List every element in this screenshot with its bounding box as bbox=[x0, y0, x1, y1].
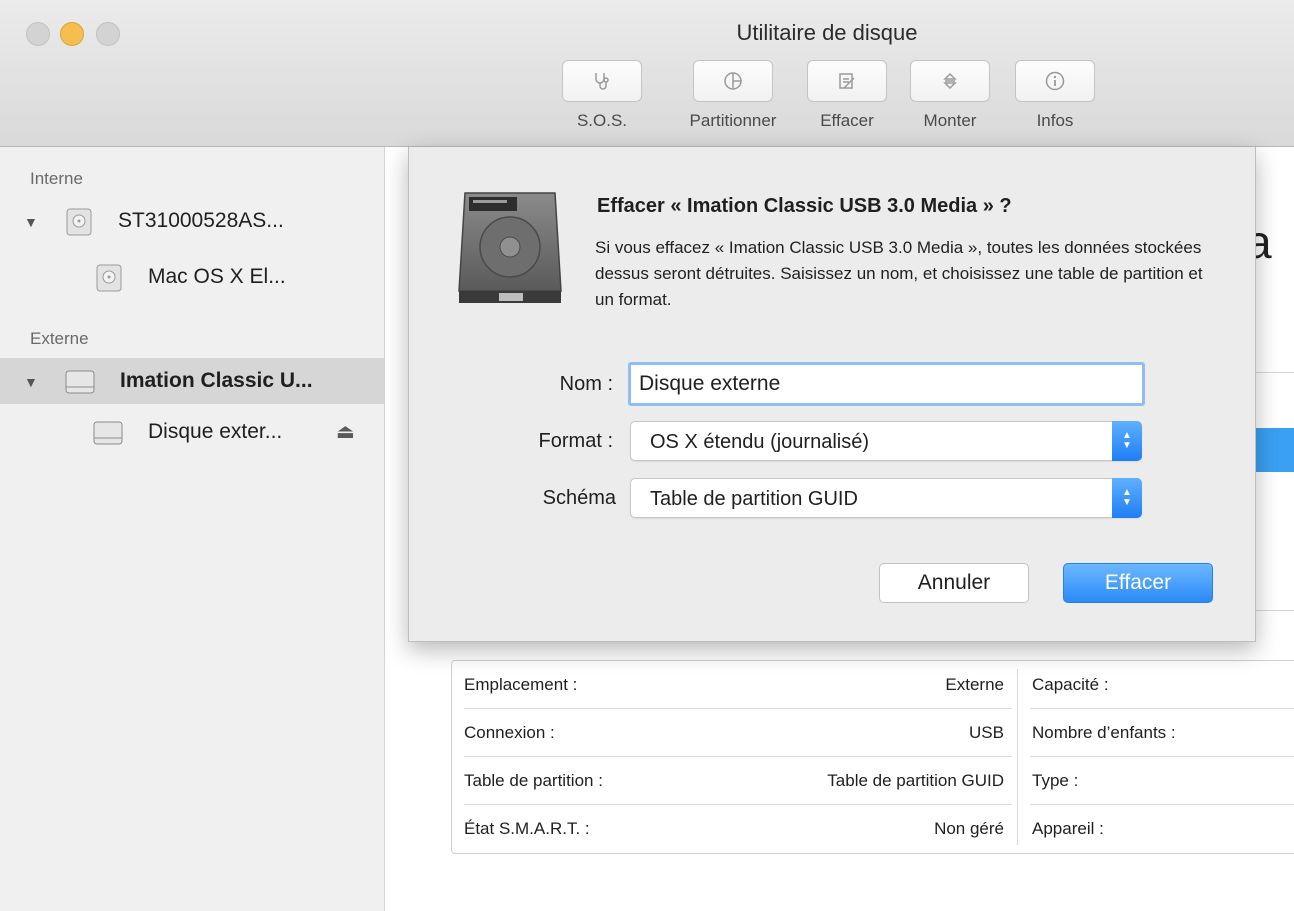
toolbar-erase-label: Effacer bbox=[820, 111, 874, 130]
scheme-value: Table de partition GUID bbox=[650, 488, 858, 510]
sidebar-item-internal-volume[interactable]: Mac OS X El... bbox=[0, 254, 384, 300]
pie-chart-icon bbox=[724, 72, 742, 90]
info-value: USB bbox=[969, 723, 1004, 742]
info-value: Externe bbox=[945, 675, 1004, 694]
sidebar: Interne ▼ ST31000528AS... Mac OS X El...… bbox=[0, 147, 385, 911]
disclosure-triangle-icon[interactable]: ▼ bbox=[24, 374, 38, 390]
internal-disk-icon bbox=[66, 208, 92, 236]
info-key: Capacité : bbox=[1032, 675, 1109, 694]
sidebar-item-label: Disque exter... bbox=[148, 420, 283, 443]
toolbar-erase-button[interactable]: Effacer bbox=[805, 60, 889, 131]
updown-arrows-icon: ▲ ▼ bbox=[1112, 478, 1142, 518]
format-label: Format : bbox=[538, 430, 613, 452]
toolbar-info-button[interactable]: Infos bbox=[1013, 60, 1097, 131]
divider bbox=[1254, 610, 1294, 611]
stethoscope-icon bbox=[595, 73, 609, 90]
usage-bar bbox=[1254, 428, 1294, 472]
name-input[interactable] bbox=[628, 362, 1145, 406]
info-key: Table de partition : bbox=[464, 771, 603, 790]
sidebar-item-internal-disk[interactable]: ▼ ST31000528AS... bbox=[0, 198, 384, 244]
external-volume-icon bbox=[93, 421, 123, 445]
info-value: Table de partition GUID bbox=[827, 771, 1004, 790]
disk-info-table: Emplacement : Externe Capacité : Connexi… bbox=[451, 660, 1294, 854]
sidebar-item-label: Mac OS X El... bbox=[148, 265, 286, 288]
cancel-button[interactable]: Annuler bbox=[879, 563, 1029, 603]
format-popup[interactable]: OS X étendu (journalisé) ▲ ▼ bbox=[630, 421, 1142, 461]
disclosure-triangle-icon[interactable]: ▼ bbox=[24, 214, 38, 230]
sidebar-item-label: Imation Classic U... bbox=[120, 369, 313, 392]
hard-drive-icon bbox=[458, 192, 562, 303]
sidebar-item-label: ST31000528AS... bbox=[118, 209, 284, 232]
format-value: OS X étendu (journalisé) bbox=[650, 431, 870, 453]
info-key: Emplacement : bbox=[464, 675, 578, 694]
info-key: Appareil : bbox=[1032, 819, 1104, 838]
table-row: État S.M.A.R.T. : Non géré Appareil : bbox=[452, 805, 1294, 852]
window-title: Utilitaire de disque bbox=[736, 20, 918, 45]
info-key: Nombre d’enfants : bbox=[1032, 723, 1176, 742]
toolbar-info-label: Infos bbox=[1036, 111, 1074, 130]
table-row: Emplacement : Externe Capacité : bbox=[452, 661, 1294, 708]
info-key: Connexion : bbox=[464, 723, 555, 742]
table-row: Connexion : USB Nombre d’enfants : bbox=[452, 709, 1294, 756]
sidebar-item-external-disk[interactable]: ▼ Imation Classic U... bbox=[0, 358, 384, 404]
erase-button[interactable]: Effacer bbox=[1063, 563, 1213, 603]
sidebar-item-external-volume[interactable]: Disque exter... ⏏ bbox=[0, 409, 384, 455]
toolbar-partition-box bbox=[693, 60, 773, 102]
disk-utility-window: Utilitaire de disque S.O.S. Partitionner bbox=[0, 0, 1294, 911]
external-disk-icon bbox=[65, 370, 95, 394]
scheme-label: Schéma bbox=[542, 487, 616, 509]
mount-icon bbox=[943, 72, 957, 90]
info-key: État S.M.A.R.T. : bbox=[464, 819, 590, 838]
toolbar-erase-box bbox=[807, 60, 887, 102]
table-row: Table de partition : Table de partition … bbox=[452, 757, 1294, 804]
divider bbox=[1254, 372, 1294, 373]
toolbar-mount-button[interactable]: Monter bbox=[908, 60, 992, 131]
scheme-popup[interactable]: Table de partition GUID ▲ ▼ bbox=[630, 478, 1142, 518]
name-label: Nom : bbox=[559, 373, 613, 395]
info-key: Type : bbox=[1032, 771, 1079, 790]
sheet-message: Si vous effacez « Imation Classic USB 3.… bbox=[595, 238, 1203, 309]
sheet-title: Effacer « Imation Classic USB 3.0 Media … bbox=[597, 195, 1012, 217]
erase-sheet-dialog: Effacer « Imation Classic USB 3.0 Media … bbox=[408, 147, 1256, 642]
eject-icon[interactable]: ⏏ bbox=[336, 419, 355, 444]
titlebar: Utilitaire de disque S.O.S. Partitionner bbox=[0, 0, 1294, 147]
toolbar-info-box bbox=[1015, 60, 1095, 102]
toolbar-sos-label: S.O.S. bbox=[576, 111, 628, 130]
toolbar-mount-box bbox=[910, 60, 990, 102]
info-icon bbox=[1045, 71, 1065, 91]
toolbar-partition-button[interactable]: Partitionner bbox=[683, 60, 783, 131]
sidebar-section-external: Externe bbox=[30, 329, 89, 348]
eraser-icon bbox=[839, 73, 855, 89]
toolbar-partition-label: Partitionner bbox=[689, 111, 777, 130]
internal-volume-icon bbox=[96, 264, 122, 292]
toolbar-sos-box bbox=[562, 60, 642, 102]
sidebar-section-internal: Interne bbox=[30, 169, 83, 188]
toolbar-sos-button[interactable]: S.O.S. bbox=[560, 60, 644, 131]
info-value: Non géré bbox=[934, 819, 1004, 838]
toolbar-mount-label: Monter bbox=[923, 111, 977, 130]
updown-arrows-icon: ▲ ▼ bbox=[1112, 421, 1142, 461]
